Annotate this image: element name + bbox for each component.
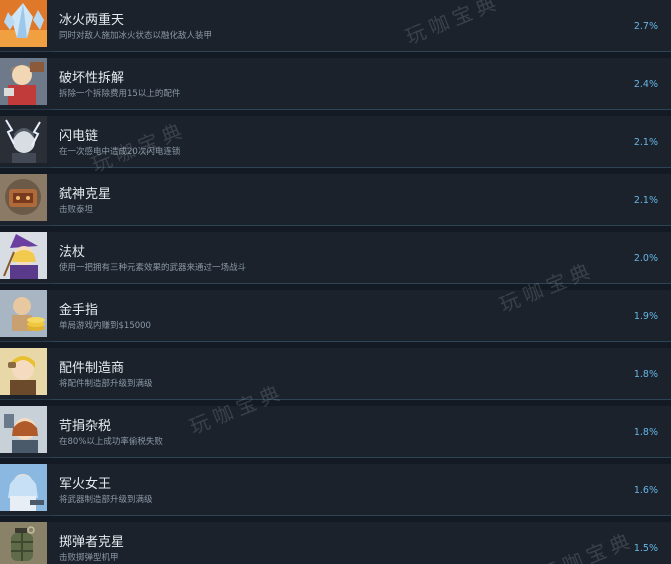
achievement-percent: 1.6% xyxy=(633,485,658,496)
arms-queen-icon xyxy=(0,464,47,511)
achievement-list: 冰火两重天 同时对敌人施加冰火状态以融化敌人装甲 2.7% 破坏性拆解 拆除一个… xyxy=(0,0,671,564)
achievement-title: 冰火两重天 xyxy=(59,13,125,28)
ice-crystal-icon xyxy=(0,0,47,47)
achievement-row[interactable]: 苛捐杂税 在80%以上成功率偷税失败 1.8% xyxy=(0,406,671,458)
achievement-percent: 1.9% xyxy=(633,311,658,322)
grenade-icon xyxy=(0,522,47,564)
achievement-title: 闪电链 xyxy=(59,129,99,144)
achievement-row[interactable]: 配件制造商 将配件制造部升级到满级 1.8% xyxy=(0,348,671,400)
achievement-percent: 2.1% xyxy=(633,195,658,206)
achievement-title: 苛捐杂税 xyxy=(59,419,112,434)
achievement-title: 金手指 xyxy=(59,303,99,318)
achievement-row[interactable]: 冰火两重天 同时对敌人施加冰火状态以融化敌人装甲 2.7% xyxy=(0,0,671,52)
achievement-title: 法杖 xyxy=(59,245,86,260)
achievement-percent: 2.4% xyxy=(633,79,658,90)
achievement-description: 在80%以上成功率偷税失败 xyxy=(59,437,163,447)
achievement-description: 在一次感电中造成20次闪电连锁 xyxy=(59,147,181,157)
demolition-character-icon xyxy=(0,58,47,105)
achievement-percent: 2.7% xyxy=(633,21,658,32)
achievement-row[interactable]: 弑神克星 击败泰坦 2.1% xyxy=(0,174,671,226)
achievement-row[interactable]: 金手指 单局游戏内赚到$15000 1.9% xyxy=(0,290,671,342)
achievement-description: 将武器制造部升级到满级 xyxy=(59,495,153,505)
achievement-description: 单局游戏内赚到$15000 xyxy=(59,321,151,331)
titan-mech-icon xyxy=(0,174,47,221)
achievement-title: 破坏性拆解 xyxy=(59,71,125,86)
achievement-description: 拆除一个拆除费用15以上的配件 xyxy=(59,89,181,99)
achievement-row[interactable]: 法杖 使用一把拥有三种元素效果的武器来通过一场战斗 2.0% xyxy=(0,232,671,284)
achievement-description: 同时对敌人施加冰火状态以融化敌人装甲 xyxy=(59,31,213,41)
achievement-percent: 1.5% xyxy=(633,543,658,554)
achievement-description: 击败掷弹型机甲 xyxy=(59,553,119,563)
achievement-percent: 1.8% xyxy=(633,369,658,380)
achievement-title: 军火女王 xyxy=(59,477,112,492)
achievement-title: 掷弹者克星 xyxy=(59,535,125,550)
achievement-title: 弑神克星 xyxy=(59,187,112,202)
achievement-row[interactable]: 闪电链 在一次感电中造成20次闪电连锁 2.1% xyxy=(0,116,671,168)
achievement-percent: 2.0% xyxy=(633,253,658,264)
achievement-description: 将配件制造部升级到满级 xyxy=(59,379,153,389)
achievement-row[interactable]: 军火女王 将武器制造部升级到满级 1.6% xyxy=(0,464,671,516)
witch-staff-icon xyxy=(0,232,47,279)
achievement-row[interactable]: 破坏性拆解 拆除一个拆除费用15以上的配件 2.4% xyxy=(0,58,671,110)
achievement-description: 使用一把拥有三种元素效果的武器来通过一场战斗 xyxy=(59,263,247,273)
achievement-percent: 2.1% xyxy=(633,137,658,148)
achievement-title: 配件制造商 xyxy=(59,361,125,376)
tax-character-icon xyxy=(0,406,47,453)
achievement-description: 击败泰坦 xyxy=(59,205,94,215)
achievement-row[interactable]: 掷弹者克星 击败掷弹型机甲 1.5% xyxy=(0,522,671,564)
achievement-percent: 1.8% xyxy=(633,427,658,438)
parts-maker-icon xyxy=(0,348,47,395)
gold-coins-icon xyxy=(0,290,47,337)
lightning-character-icon xyxy=(0,116,47,163)
